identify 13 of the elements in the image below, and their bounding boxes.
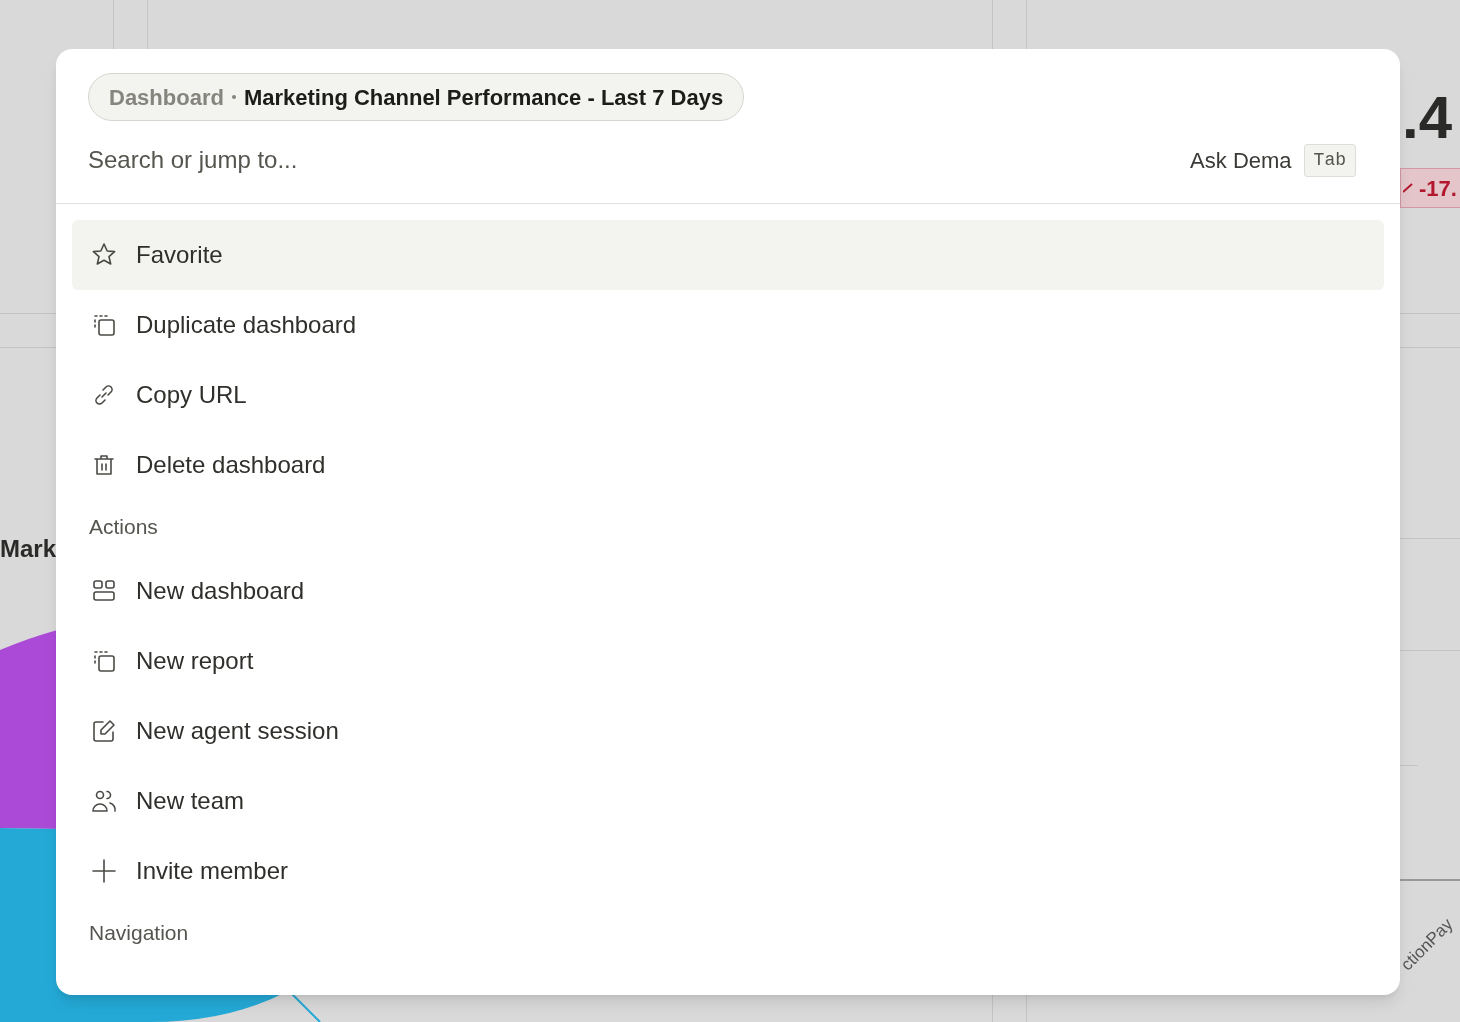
edit-icon — [90, 717, 118, 745]
menu-item[interactable]: Favorite — [72, 220, 1384, 290]
chart-title: Mark — [0, 534, 57, 564]
metric-value: .4 — [1402, 88, 1453, 148]
breadcrumb-title: Marketing Channel Performance - Last 7 Days — [243, 83, 724, 112]
section-heading: Navigation — [89, 919, 189, 946]
plus-icon — [90, 857, 118, 885]
trend-down-icon — [1403, 183, 1413, 193]
ask-label[interactable]: Ask Dema — [1190, 143, 1292, 177]
section-heading: Actions — [89, 513, 158, 540]
search-field[interactable]: Search or jump to... — [88, 142, 1191, 178]
change-value: -17. — [1419, 174, 1457, 203]
shortcut-key: Tab — [1303, 143, 1356, 177]
